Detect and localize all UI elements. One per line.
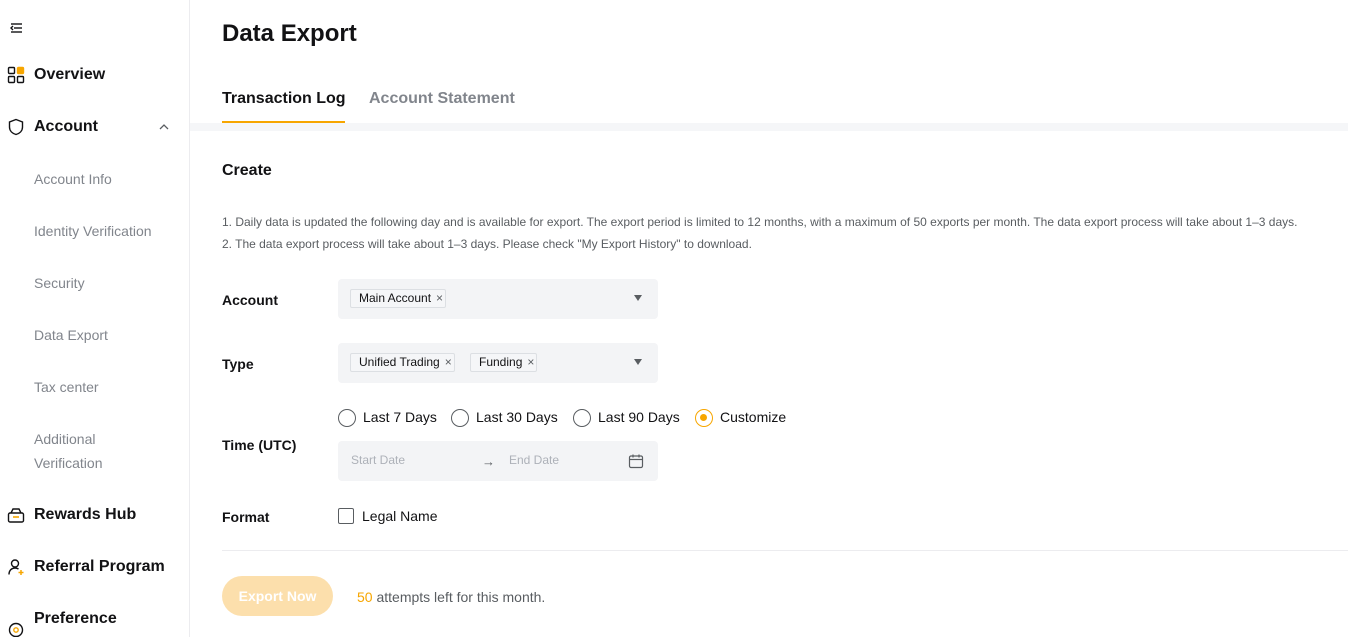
radio-label: Last 90 Days bbox=[598, 409, 680, 425]
start-date-input[interactable]: Start Date bbox=[351, 453, 405, 467]
page-title: Data Export bbox=[222, 20, 357, 47]
gift-box-icon bbox=[7, 508, 25, 523]
sidebar-item-overview[interactable]: Overview bbox=[0, 55, 189, 95]
sidebar-item-label: Rewards Hub bbox=[34, 506, 137, 523]
sidebar-item-preference[interactable]: Preference bbox=[0, 599, 189, 637]
end-date-input[interactable]: End Date bbox=[509, 453, 559, 467]
caret-down-icon[interactable] bbox=[634, 295, 642, 301]
account-tag: Main Account × bbox=[350, 289, 447, 308]
radio-label: Customize bbox=[720, 409, 787, 425]
tab-account-statement[interactable]: Account Statement bbox=[369, 90, 515, 108]
caret-down-icon[interactable] bbox=[634, 359, 642, 365]
menu-collapse-icon[interactable] bbox=[8, 20, 24, 36]
tag-label: Main Account bbox=[359, 291, 432, 305]
calendar-icon[interactable] bbox=[628, 453, 644, 469]
app-root: Overview Account Account Info Identity V… bbox=[0, 0, 1348, 637]
form-divider bbox=[222, 550, 1348, 551]
radio-circle bbox=[338, 409, 356, 427]
sidebar-subitem-tax-center[interactable]: Tax center bbox=[34, 375, 99, 399]
type-tag-unified-trading: Unified Trading × bbox=[350, 353, 455, 372]
sidebar-subitem-label-line1: Additional bbox=[34, 431, 96, 447]
chevron-up-icon[interactable] bbox=[158, 121, 170, 133]
info-note-1: 1. Daily data is updated the following d… bbox=[222, 215, 1298, 229]
tag-label: Funding bbox=[479, 355, 523, 369]
close-icon[interactable]: × bbox=[445, 354, 452, 371]
tag-label: Unified Trading bbox=[359, 355, 440, 369]
section-title: Create bbox=[222, 162, 272, 179]
sidebar-item-rewards-hub[interactable]: Rewards Hub bbox=[0, 495, 189, 535]
sidebar-subitem-account-info[interactable]: Account Info bbox=[34, 167, 112, 191]
export-now-button[interactable]: Export Now bbox=[222, 576, 333, 616]
radio-circle bbox=[573, 409, 591, 427]
type-select[interactable]: Unified Trading × Funding × bbox=[338, 343, 658, 383]
arrow-right-icon: → bbox=[482, 454, 495, 469]
sidebar-subitem-identity-verification[interactable]: Identity Verification bbox=[34, 219, 152, 243]
main-content: Data Export Transaction Log Account Stat… bbox=[190, 0, 1348, 637]
attempts-count: 50 bbox=[357, 589, 373, 605]
tab-transaction-log[interactable]: Transaction Log bbox=[222, 90, 346, 108]
sidebar-subitem-data-export[interactable]: Data Export bbox=[34, 323, 108, 347]
sidebar-subitem-label-line2: Verification bbox=[34, 455, 103, 471]
type-label: Type bbox=[222, 356, 254, 372]
sidebar-subitem-additional-verification[interactable]: Additional Verification bbox=[34, 427, 102, 475]
radio-label: Last 7 Days bbox=[363, 409, 437, 425]
type-tag-funding: Funding × bbox=[470, 353, 538, 372]
settings-icon bbox=[8, 622, 24, 637]
sidebar-item-label: Overview bbox=[34, 66, 106, 83]
sidebar-item-label: Account bbox=[34, 118, 98, 135]
user-plus-icon bbox=[8, 559, 24, 575]
date-range-picker[interactable]: Start Date → End Date bbox=[338, 441, 658, 481]
radio-circle bbox=[451, 409, 469, 427]
close-icon[interactable]: × bbox=[527, 354, 534, 371]
account-label: Account bbox=[222, 292, 278, 308]
sidebar-item-referral-program[interactable]: Referral Program bbox=[0, 547, 189, 587]
sidebar-item-account[interactable]: Account bbox=[0, 107, 189, 147]
legal-name-label[interactable]: Legal Name bbox=[362, 508, 438, 524]
time-label: Time (UTC) bbox=[222, 437, 297, 453]
sidebar-item-label: Referral Program bbox=[34, 558, 165, 575]
close-icon[interactable]: × bbox=[436, 290, 443, 307]
sidebar-subitem-security[interactable]: Security bbox=[34, 271, 85, 295]
radio-circle bbox=[695, 409, 713, 427]
attempts-suffix: attempts left for this month. bbox=[372, 589, 546, 605]
account-select[interactable]: Main Account × bbox=[338, 279, 658, 319]
shield-icon bbox=[8, 118, 24, 136]
radio-label: Last 30 Days bbox=[476, 409, 558, 425]
sidebar: Overview Account Account Info Identity V… bbox=[0, 0, 190, 637]
section-divider-band bbox=[190, 123, 1348, 131]
grid-icon bbox=[7, 66, 25, 84]
attempts-remaining-text: 50 attempts left for this month. bbox=[357, 589, 545, 605]
format-label: Format bbox=[222, 509, 270, 525]
sidebar-item-label: Preference bbox=[34, 610, 117, 627]
legal-name-checkbox[interactable] bbox=[338, 508, 354, 524]
info-note-2: 2. The data export process will take abo… bbox=[222, 237, 752, 251]
